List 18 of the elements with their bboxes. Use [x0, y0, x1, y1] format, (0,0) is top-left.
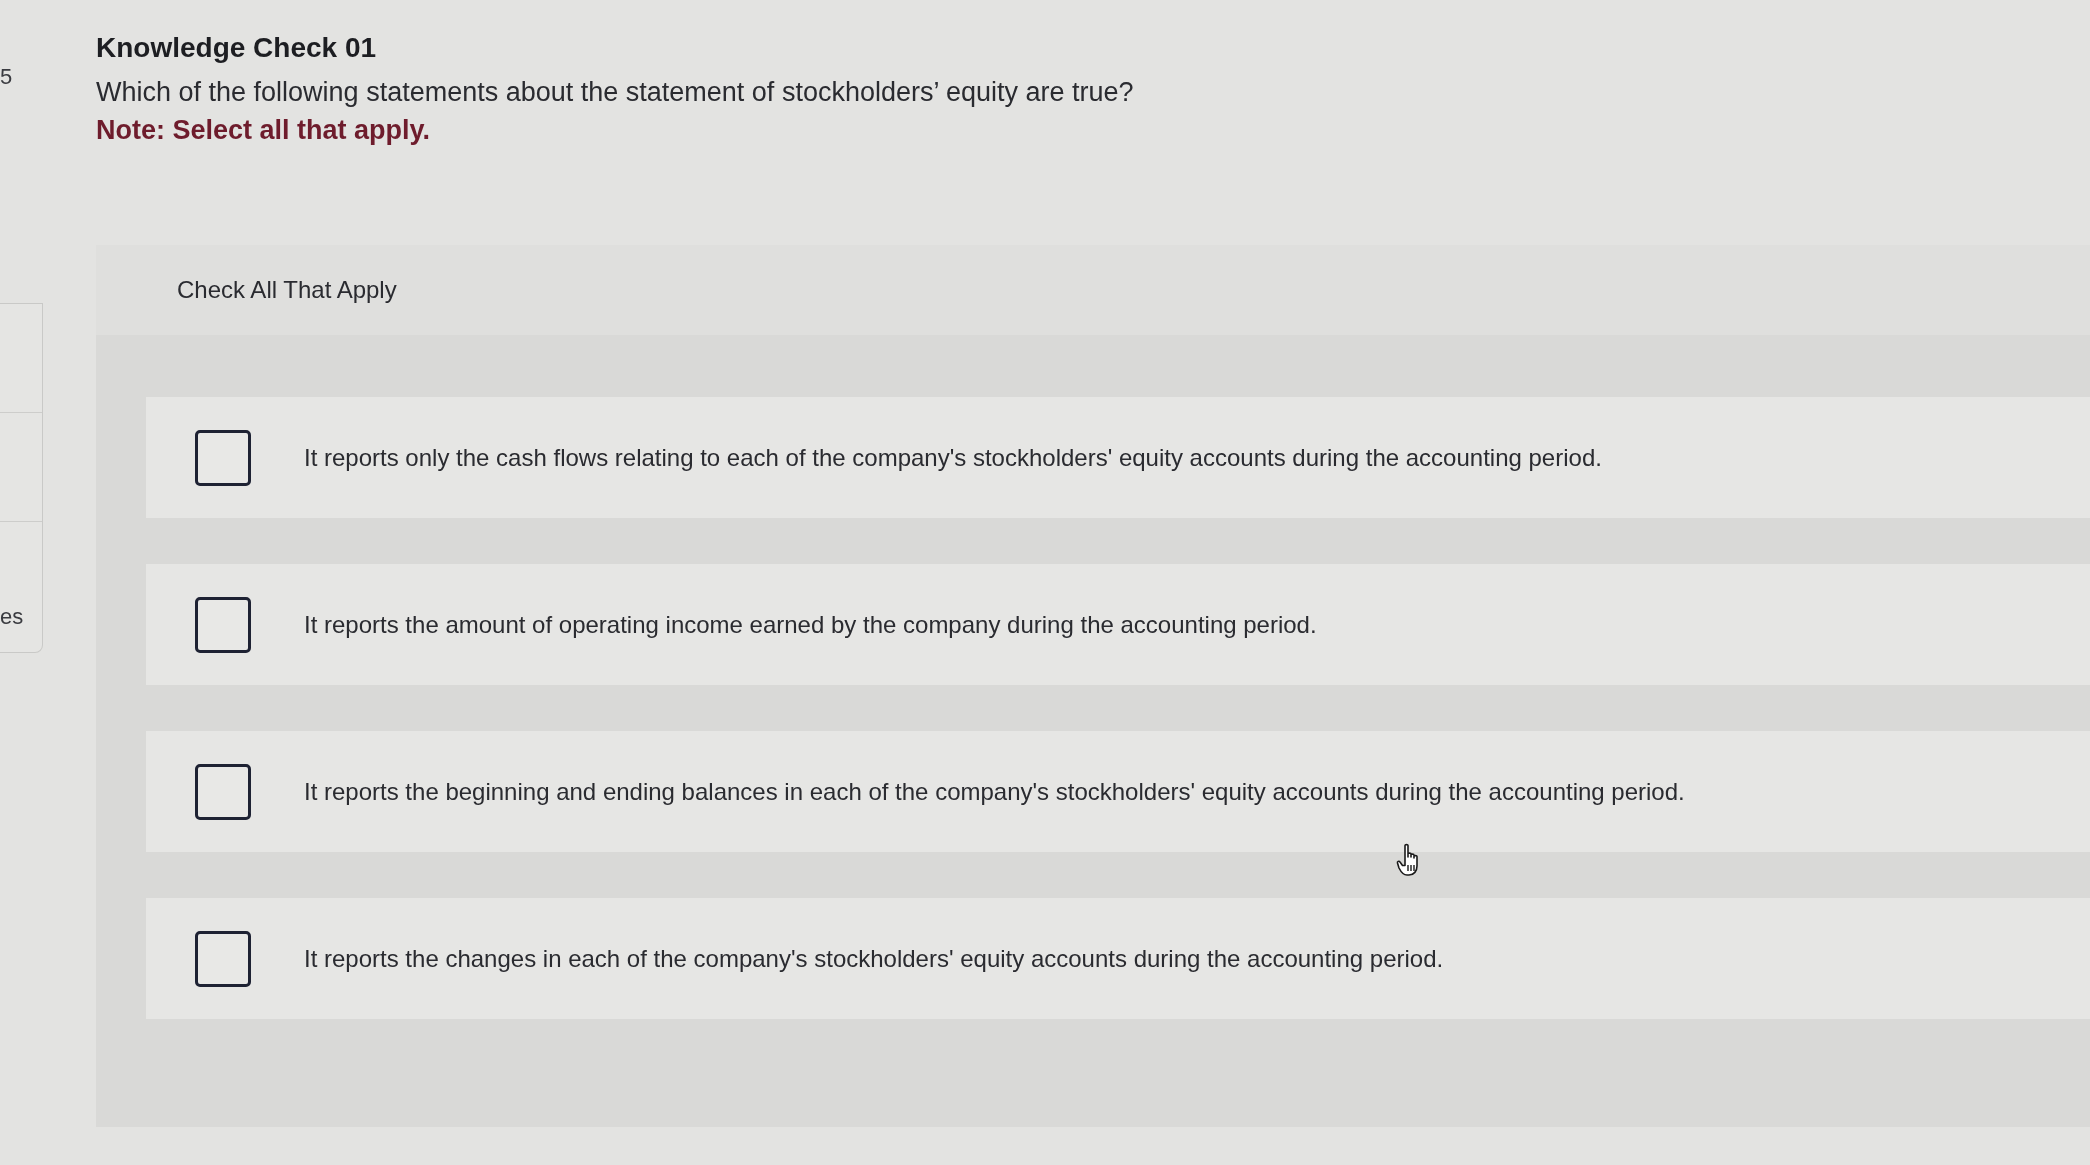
sidebar-label: es — [0, 604, 24, 630]
answer-option[interactable]: It reports the changes in each of the company's stockholders' equity accounts during the accounting period. — [146, 898, 2090, 1019]
sidebar-number: 5 — [0, 64, 13, 90]
option-text: It reports the changes in each of the company's stockholders' equity accounts during the accounting period. — [304, 943, 1444, 974]
question-text: Which of the following statements about the statement of stockholders’ equity are true? — [96, 76, 1134, 109]
option-text: It reports only the cash flows relating to each of the company's stockholders' equity accounts during the accounting period. — [304, 442, 1602, 473]
answer-option[interactable]: It reports only the cash flows relating to each of the company's stockholders' equity accounts during the accounting period. — [146, 397, 2090, 518]
checkbox[interactable] — [195, 429, 251, 486]
option-text: It reports the beginning and ending balances in each of the company's stockholders' equity accounts during the accounting period. — [304, 776, 1685, 807]
checkbox[interactable] — [195, 596, 251, 653]
checkbox[interactable] — [195, 763, 251, 820]
panel-heading: Check All That Apply — [177, 275, 397, 305]
answer-option[interactable]: It reports the beginning and ending balances in each of the company's stockholders' equity accounts during the accounting period. — [146, 731, 2090, 852]
question-note: Note: Select all that apply. — [96, 114, 431, 147]
question-title: Knowledge Check 01 — [96, 31, 377, 65]
option-text: It reports the amount of operating income earned by the company during the accounting period. — [304, 609, 1317, 640]
answer-option[interactable]: It reports the amount of operating income earned by the company during the accounting period. — [146, 564, 2090, 685]
checkbox[interactable] — [195, 930, 251, 987]
